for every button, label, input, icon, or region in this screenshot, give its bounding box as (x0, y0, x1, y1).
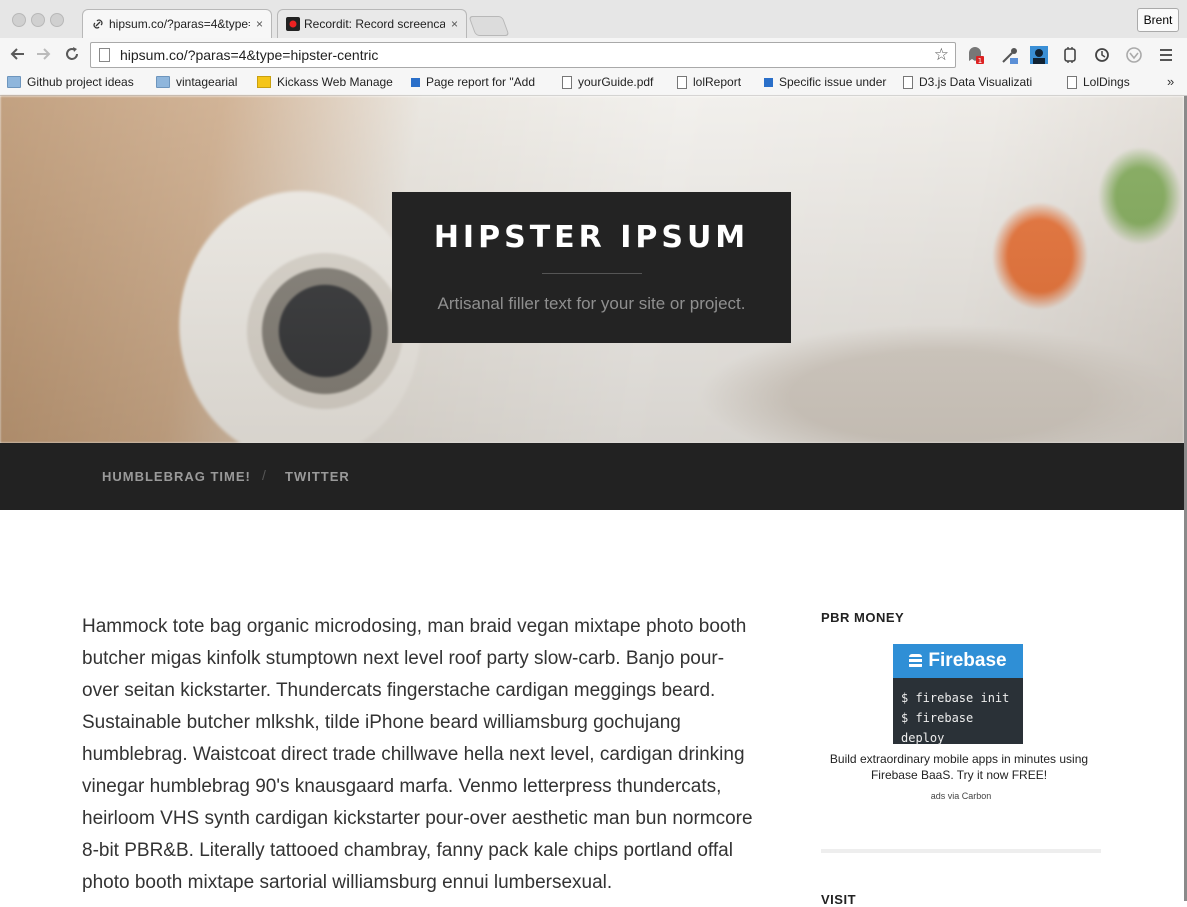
record-icon (286, 17, 300, 31)
tab-title: Recordit: Record screencast (304, 17, 445, 31)
tab-recordit[interactable]: Recordit: Record screencast × (277, 9, 467, 38)
url-text[interactable]: hipsum.co/?paras=4&type=hipster-centric (120, 47, 934, 63)
ad-description-link[interactable]: Build extraordinary mobile apps in minut… (821, 751, 1097, 783)
bookmark-item[interactable]: Page report for "Add (411, 73, 543, 91)
ipsum-paragraph: Hammock tote bag organic microdosing, ma… (82, 616, 753, 893)
tab-title: hipsum.co/?paras=4&type= (109, 17, 250, 31)
bookmark-item[interactable]: Specific issue under (764, 73, 894, 91)
site-title[interactable]: HIPSTER IPSUM (392, 220, 791, 255)
bookmark-item[interactable]: D3.js Data Visualizati (903, 73, 1049, 91)
profile-button[interactable]: Brent (1137, 8, 1179, 32)
back-icon[interactable] (6, 43, 28, 65)
person-extension-icon[interactable] (1029, 45, 1049, 65)
eyedropper-extension-icon[interactable] (1000, 45, 1020, 65)
tab-close-icon[interactable]: × (451, 17, 458, 31)
address-bar[interactable]: hipsum.co/?paras=4&type=hipster-centric … (90, 42, 956, 68)
svg-text:1: 1 (978, 57, 982, 65)
window-zoom-button[interactable] (50, 13, 64, 27)
bookmarks-overflow-button[interactable]: » (1167, 74, 1174, 89)
bookmark-item[interactable]: yourGuide.pdf (562, 73, 662, 91)
ads-via-carbon-link[interactable]: ads via Carbon (821, 791, 1101, 801)
bookmark-item[interactable]: lolReport (677, 73, 749, 91)
nav-separator: / (262, 467, 266, 483)
new-tab-button[interactable] (468, 16, 510, 36)
ghostery-extension-icon[interactable]: 1 (965, 45, 985, 65)
document-icon (1067, 75, 1077, 89)
bookmark-item[interactable]: vintagearial (156, 73, 246, 91)
slides-icon (257, 76, 271, 88)
firebase-ad-image[interactable]: Firebase $ firebase init $ firebase depl… (893, 644, 1023, 745)
folder-icon (156, 76, 170, 88)
tab-hipsum[interactable]: hipsum.co/?paras=4&type= × (82, 9, 272, 38)
document-icon (677, 75, 687, 89)
nav-twitter-link[interactable]: TWITTER (285, 469, 350, 484)
bookmark-item[interactable]: Kickass Web Manage (257, 73, 393, 91)
forward-icon[interactable] (33, 43, 55, 65)
reload-icon[interactable] (61, 43, 83, 65)
document-icon (562, 75, 572, 89)
widget-divider (821, 849, 1101, 853)
window-close-button[interactable] (12, 13, 26, 27)
site-title-box: HIPSTER IPSUM Artisanal filler text for … (392, 192, 791, 343)
title-divider (541, 273, 642, 274)
report-icon (764, 77, 773, 87)
link-icon (91, 17, 105, 31)
shield-extension-icon[interactable] (1124, 45, 1144, 65)
window-minimize-button[interactable] (31, 13, 45, 27)
bookmark-item[interactable]: LolDings (1067, 73, 1157, 91)
report-icon (411, 77, 420, 87)
bookmark-item[interactable]: Github project ideas (7, 73, 147, 91)
sync-extension-icon[interactable] (1092, 45, 1112, 65)
nav-humblebrag-link[interactable]: HUMBLEBRAG TIME! (102, 469, 251, 484)
device-extension-icon[interactable] (1060, 45, 1080, 65)
page-icon (99, 48, 110, 62)
database-icon (909, 653, 923, 669)
site-tagline: Artisanal filler text for your site or p… (437, 294, 746, 313)
menu-icon[interactable] (1156, 45, 1176, 65)
firebase-logo: Firebase (893, 644, 1023, 678)
folder-icon (7, 76, 21, 88)
document-icon (903, 75, 913, 89)
widget-title: PBR MONEY (821, 610, 905, 625)
widget-title: VISIT (821, 892, 857, 907)
tab-close-icon[interactable]: × (256, 17, 263, 31)
bookmark-star-icon[interactable]: ☆ (934, 45, 949, 65)
ad-code-sample: $ firebase init $ firebase deploy (901, 691, 1010, 745)
